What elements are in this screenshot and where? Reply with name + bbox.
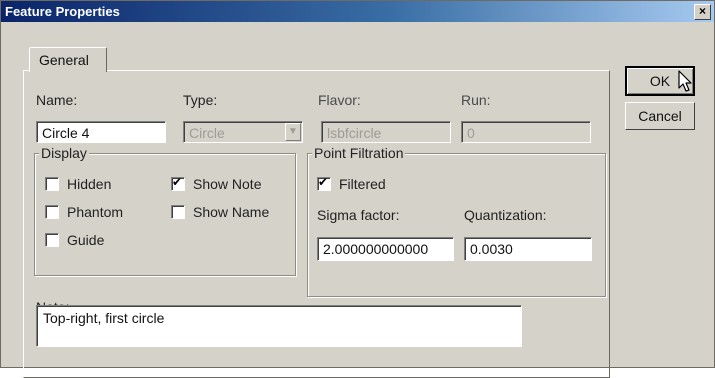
phantom-checkbox[interactable]: Phantom [45,204,123,220]
run-field: 0 [461,121,591,143]
show-name-checkbox[interactable]: Show Name [171,204,269,220]
type-select-value: Circle [189,125,225,141]
note-field[interactable]: Top-right, first circle [36,305,522,347]
flavor-field: lsbfcircle [321,121,451,143]
guide-checkbox-box [45,233,59,247]
sigma-factor-field[interactable]: 2.000000000000 [317,237,454,261]
guide-checkbox[interactable]: Guide [45,232,104,248]
type-select: Circle ▼ [183,121,303,143]
hidden-checkbox-box [45,177,59,191]
quantization-field[interactable]: 0.0030 [464,237,592,261]
show-name-checkbox-label: Show Name [193,204,270,220]
phantom-checkbox-box [45,205,59,219]
flavor-label: Flavor: [318,92,361,108]
name-field[interactable]: Circle 4 [36,121,166,143]
sigma-factor-label: Sigma factor: [317,207,400,223]
quantization-label: Quantization: [464,207,547,223]
window-title: Feature Properties [5,4,120,19]
filtered-checkbox-label: Filtered [339,176,386,192]
checkmark-icon [171,175,185,191]
feature-properties-dialog: Feature Properties × General OK Cancel N… [0,0,715,378]
hidden-checkbox[interactable]: Hidden [45,176,111,192]
show-note-checkbox[interactable]: Show Note [171,175,262,192]
checkmark-icon [317,175,331,191]
chevron-down-icon: ▼ [285,123,301,141]
type-label: Type: [183,92,218,108]
show-note-checkbox-label: Show Note [193,176,262,192]
arrow-cursor-icon [678,70,692,92]
close-icon: × [698,4,706,18]
guide-checkbox-label: Guide [67,232,105,248]
tab-general[interactable]: General [29,47,107,72]
display-group-legend: Display [39,145,89,161]
phantom-checkbox-label: Phantom [67,204,124,220]
point-filtration-group: Point Filtration [307,145,606,297]
hidden-checkbox-label: Hidden [67,176,112,192]
name-label: Name: [36,92,78,108]
show-name-checkbox-box [171,205,185,219]
run-label: Run: [461,92,491,108]
close-button[interactable]: × [694,4,711,20]
point-filtration-legend: Point Filtration [312,145,406,161]
tab-general-label: General [39,52,89,68]
filtered-checkbox[interactable]: Filtered [317,175,386,192]
cancel-button[interactable]: Cancel [625,102,695,130]
title-bar: Feature Properties × [1,1,714,22]
